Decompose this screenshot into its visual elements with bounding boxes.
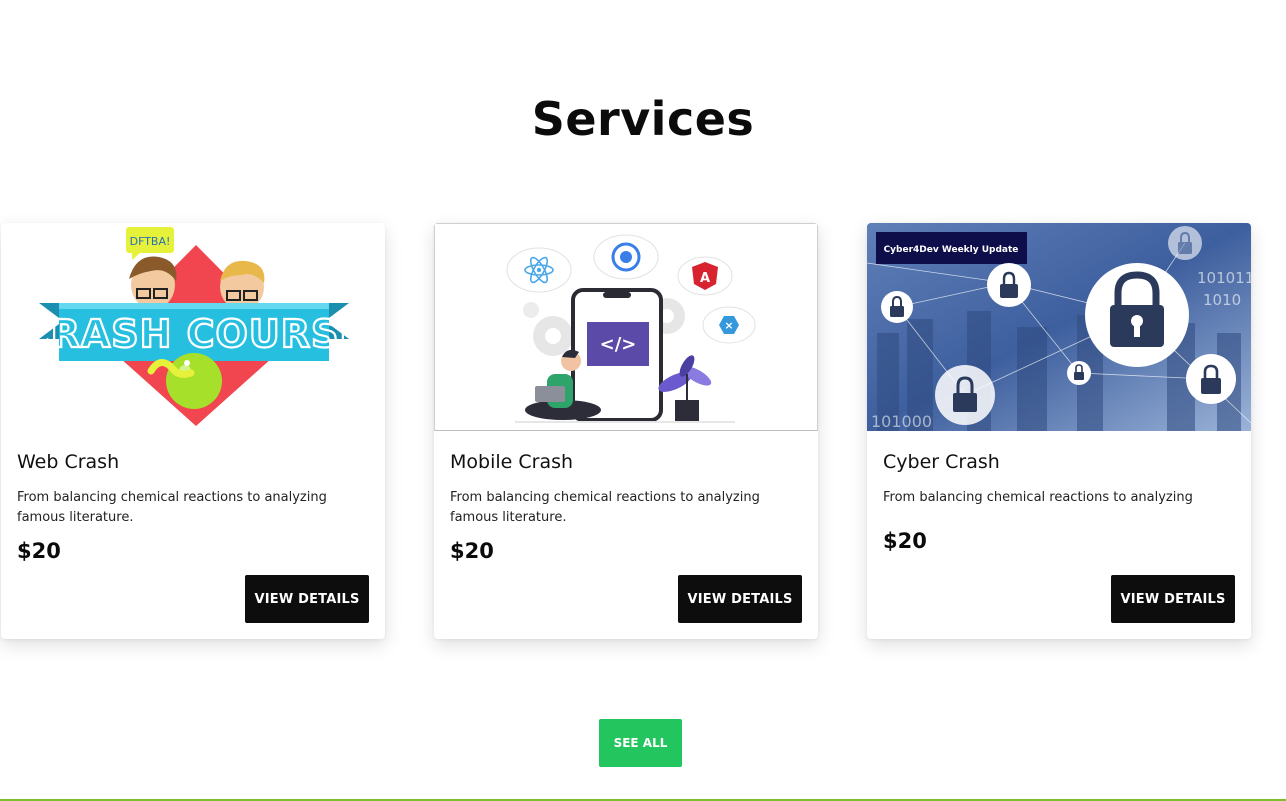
- binary-text: 101011: [1197, 269, 1251, 287]
- view-details-button[interactable]: VIEW DETAILS: [678, 575, 802, 623]
- see-all-button[interactable]: SEE ALL: [599, 719, 682, 767]
- binary-text: 101000: [871, 412, 932, 431]
- svg-text:×: ×: [724, 319, 733, 332]
- card-price: $20: [450, 539, 494, 563]
- service-card-mobile-crash: A × </> Mobile Crash From balancing chem…: [434, 223, 818, 639]
- small-lock-icon: [1168, 226, 1202, 260]
- section-title: Services: [531, 92, 755, 146]
- card-price: $20: [883, 529, 927, 553]
- card-description: From balancing chemical reactions to ana…: [17, 490, 327, 525]
- small-lock-icon: [881, 291, 913, 323]
- binary-text: 1010: [1203, 291, 1241, 309]
- mobile-dev-illustration: A × </>: [435, 224, 817, 430]
- service-card-web-crash: DFTBA! CRASH COURSE Web Crash From balan…: [1, 223, 385, 639]
- code-text: </>: [600, 334, 637, 355]
- crash-course-logo: DFTBA! CRASH COURSE: [1, 223, 385, 431]
- crash-course-text: CRASH COURSE: [22, 312, 367, 356]
- card-description: From balancing chemical reactions to ana…: [883, 490, 1193, 505]
- card-price: $20: [17, 539, 61, 563]
- bubble-text: DFTBA!: [130, 235, 171, 248]
- banner-text: Cyber4Dev Weekly Update: [884, 245, 1019, 255]
- small-lock-icon: [987, 263, 1031, 307]
- card-title: Mobile Crash: [450, 451, 574, 473]
- view-details-button[interactable]: VIEW DETAILS: [245, 575, 369, 623]
- web-crash-image: DFTBA! CRASH COURSE: [1, 223, 385, 431]
- cyber-security-graphic: Cyber4Dev Weekly Update 101011 1010 1010…: [867, 223, 1251, 431]
- card-description: From balancing chemical reactions to ana…: [450, 490, 760, 525]
- mobile-crash-image: A × </>: [434, 223, 818, 431]
- view-details-button[interactable]: VIEW DETAILS: [1111, 575, 1235, 623]
- small-lock-icon: [935, 365, 995, 425]
- card-title: Cyber Crash: [883, 451, 1000, 473]
- service-card-cyber-crash: Cyber4Dev Weekly Update 101011 1010 1010…: [867, 223, 1251, 639]
- svg-text:A: A: [700, 271, 710, 286]
- small-lock-icon: [1186, 354, 1236, 404]
- cyber-crash-image: Cyber4Dev Weekly Update 101011 1010 1010…: [867, 223, 1251, 431]
- small-lock-icon: [1067, 361, 1091, 385]
- card-title: Web Crash: [17, 451, 120, 473]
